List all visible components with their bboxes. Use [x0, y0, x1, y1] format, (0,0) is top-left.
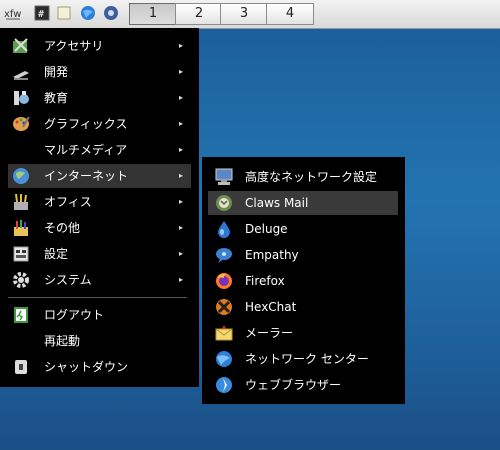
- submenu-item-mailer[interactable]: メーラー: [208, 321, 398, 345]
- network-center-icon: [214, 350, 234, 368]
- submenu-item-label: Firefox: [245, 274, 285, 288]
- submenu-item-empathy[interactable]: Empathy: [208, 243, 398, 267]
- submenu-item-firefox[interactable]: Firefox: [208, 269, 398, 293]
- office-icon: [11, 193, 31, 211]
- menu-item-shutdown[interactable]: シャットダウン: [8, 355, 191, 379]
- menu-item-office[interactable]: オフィス ▸: [8, 190, 191, 214]
- submenu-arrow-icon: ▸: [178, 197, 183, 206]
- svg-text:#: #: [38, 9, 44, 20]
- submenu-item-deluge[interactable]: Deluge: [208, 217, 398, 241]
- menu-item-education[interactable]: 教育 ▸: [8, 86, 191, 110]
- settings-icon: [11, 245, 31, 263]
- submenu-arrow-icon: ▸: [178, 145, 183, 154]
- menu-item-label: 開発: [44, 65, 69, 79]
- submenu-arrow-icon: ▸: [178, 119, 183, 128]
- submenu-arrow-icon: ▸: [178, 93, 183, 102]
- submenu-arrow-icon: ▸: [178, 249, 183, 258]
- svg-text:xfw: xfw: [4, 9, 21, 20]
- menu-item-label: その他: [44, 221, 81, 235]
- submenu-item-label: Claws Mail: [245, 196, 309, 210]
- file-manager-icon[interactable]: [56, 5, 72, 21]
- graphics-icon: [11, 115, 31, 133]
- menu-item-label: ログアウト: [44, 308, 105, 322]
- claws-mail-icon: [214, 194, 234, 212]
- submenu-arrow-icon: ▸: [178, 67, 183, 76]
- menu-item-settings[interactable]: 設定 ▸: [8, 242, 191, 266]
- menu-item-graphics[interactable]: グラフィックス ▸: [8, 112, 191, 136]
- menu-item-label: 再起動: [44, 334, 81, 348]
- empathy-icon: [214, 246, 234, 264]
- internet-icon: [11, 167, 31, 185]
- submenu-item-label: ウェブブラウザー: [245, 378, 342, 392]
- firefox-icon: [214, 272, 234, 290]
- workspace-4-button[interactable]: 4: [266, 3, 314, 25]
- submenu-item-hexchat[interactable]: HexChat: [208, 295, 398, 319]
- submenu-arrow-icon: ▸: [178, 41, 183, 50]
- submenu-item-label: Deluge: [245, 222, 288, 236]
- deluge-icon: [214, 220, 234, 238]
- submenu-arrow-icon: ▸: [178, 171, 183, 180]
- settings-icon[interactable]: [103, 5, 119, 21]
- submenu-item-label: ネットワーク センター: [245, 352, 369, 366]
- terminal-icon[interactable]: #: [34, 5, 50, 21]
- menu-item-label: アクセサリ: [44, 39, 104, 53]
- submenu-item-label: メーラー: [245, 326, 294, 340]
- logout-icon: [11, 306, 31, 324]
- menu-item-internet[interactable]: インターネット ▸: [8, 164, 191, 188]
- network-settings-icon: [214, 168, 234, 186]
- menu-item-label: シャットダウン: [44, 360, 129, 374]
- menu-item-label: 設定: [44, 247, 69, 261]
- menu-item-development[interactable]: 開発 ▸: [8, 60, 191, 84]
- submenu-item-label: 高度なネットワーク設定: [245, 170, 378, 184]
- other-icon: [11, 219, 31, 237]
- submenu-item-label: Empathy: [245, 248, 299, 262]
- submenu-arrow-icon: ▸: [178, 223, 183, 232]
- web-browser-icon[interactable]: [80, 5, 96, 21]
- workspace-1-button[interactable]: 1: [129, 3, 177, 25]
- internet-submenu: 高度なネットワーク設定 Claws Mail Deluge Empathy Fi…: [202, 157, 405, 404]
- mailer-icon: [214, 324, 234, 342]
- top-panel: xfw # 1 2 3 4: [0, 0, 500, 29]
- menu-separator: [8, 297, 187, 298]
- accessories-icon: [11, 37, 31, 55]
- web-browser-icon: [214, 376, 234, 394]
- whisker-menu-icon[interactable]: xfw: [4, 5, 21, 21]
- menu-item-system[interactable]: システム ▸: [8, 268, 191, 292]
- submenu-item-label: HexChat: [245, 300, 297, 314]
- menu-item-accessories[interactable]: アクセサリ ▸: [8, 34, 191, 58]
- development-icon: [11, 63, 31, 81]
- menu-item-label: マルチメディア: [44, 143, 128, 157]
- submenu-arrow-icon: ▸: [178, 275, 183, 284]
- menu-item-restart[interactable]: 再起動: [8, 329, 191, 353]
- shutdown-icon: [11, 358, 31, 376]
- submenu-item-network-settings[interactable]: 高度なネットワーク設定: [208, 165, 398, 189]
- system-icon: [11, 271, 31, 289]
- menu-item-label: システム: [44, 273, 92, 287]
- workspace-3-button[interactable]: 3: [220, 3, 268, 25]
- menu-item-label: 教育: [44, 91, 69, 105]
- menu-item-multimedia[interactable]: マルチメディア ▸: [8, 138, 191, 162]
- applications-menu: アクセサリ ▸ 開発 ▸ 教育 ▸ グラフィックス ▸ マルチメディア ▸ イン…: [0, 28, 199, 387]
- submenu-item-claws-mail[interactable]: Claws Mail: [208, 191, 398, 215]
- submenu-item-network-center[interactable]: ネットワーク センター: [208, 347, 398, 371]
- hexchat-icon: [214, 298, 234, 316]
- menu-item-other[interactable]: その他 ▸: [8, 216, 191, 240]
- menu-item-label: オフィス: [44, 195, 92, 209]
- education-icon: [11, 89, 31, 107]
- menu-item-logout[interactable]: ログアウト: [8, 303, 191, 327]
- workspace-2-button[interactable]: 2: [175, 3, 223, 25]
- menu-item-label: インターネット: [44, 169, 129, 183]
- menu-item-label: グラフィックス: [44, 117, 128, 131]
- submenu-item-web-browser[interactable]: ウェブブラウザー: [208, 373, 398, 397]
